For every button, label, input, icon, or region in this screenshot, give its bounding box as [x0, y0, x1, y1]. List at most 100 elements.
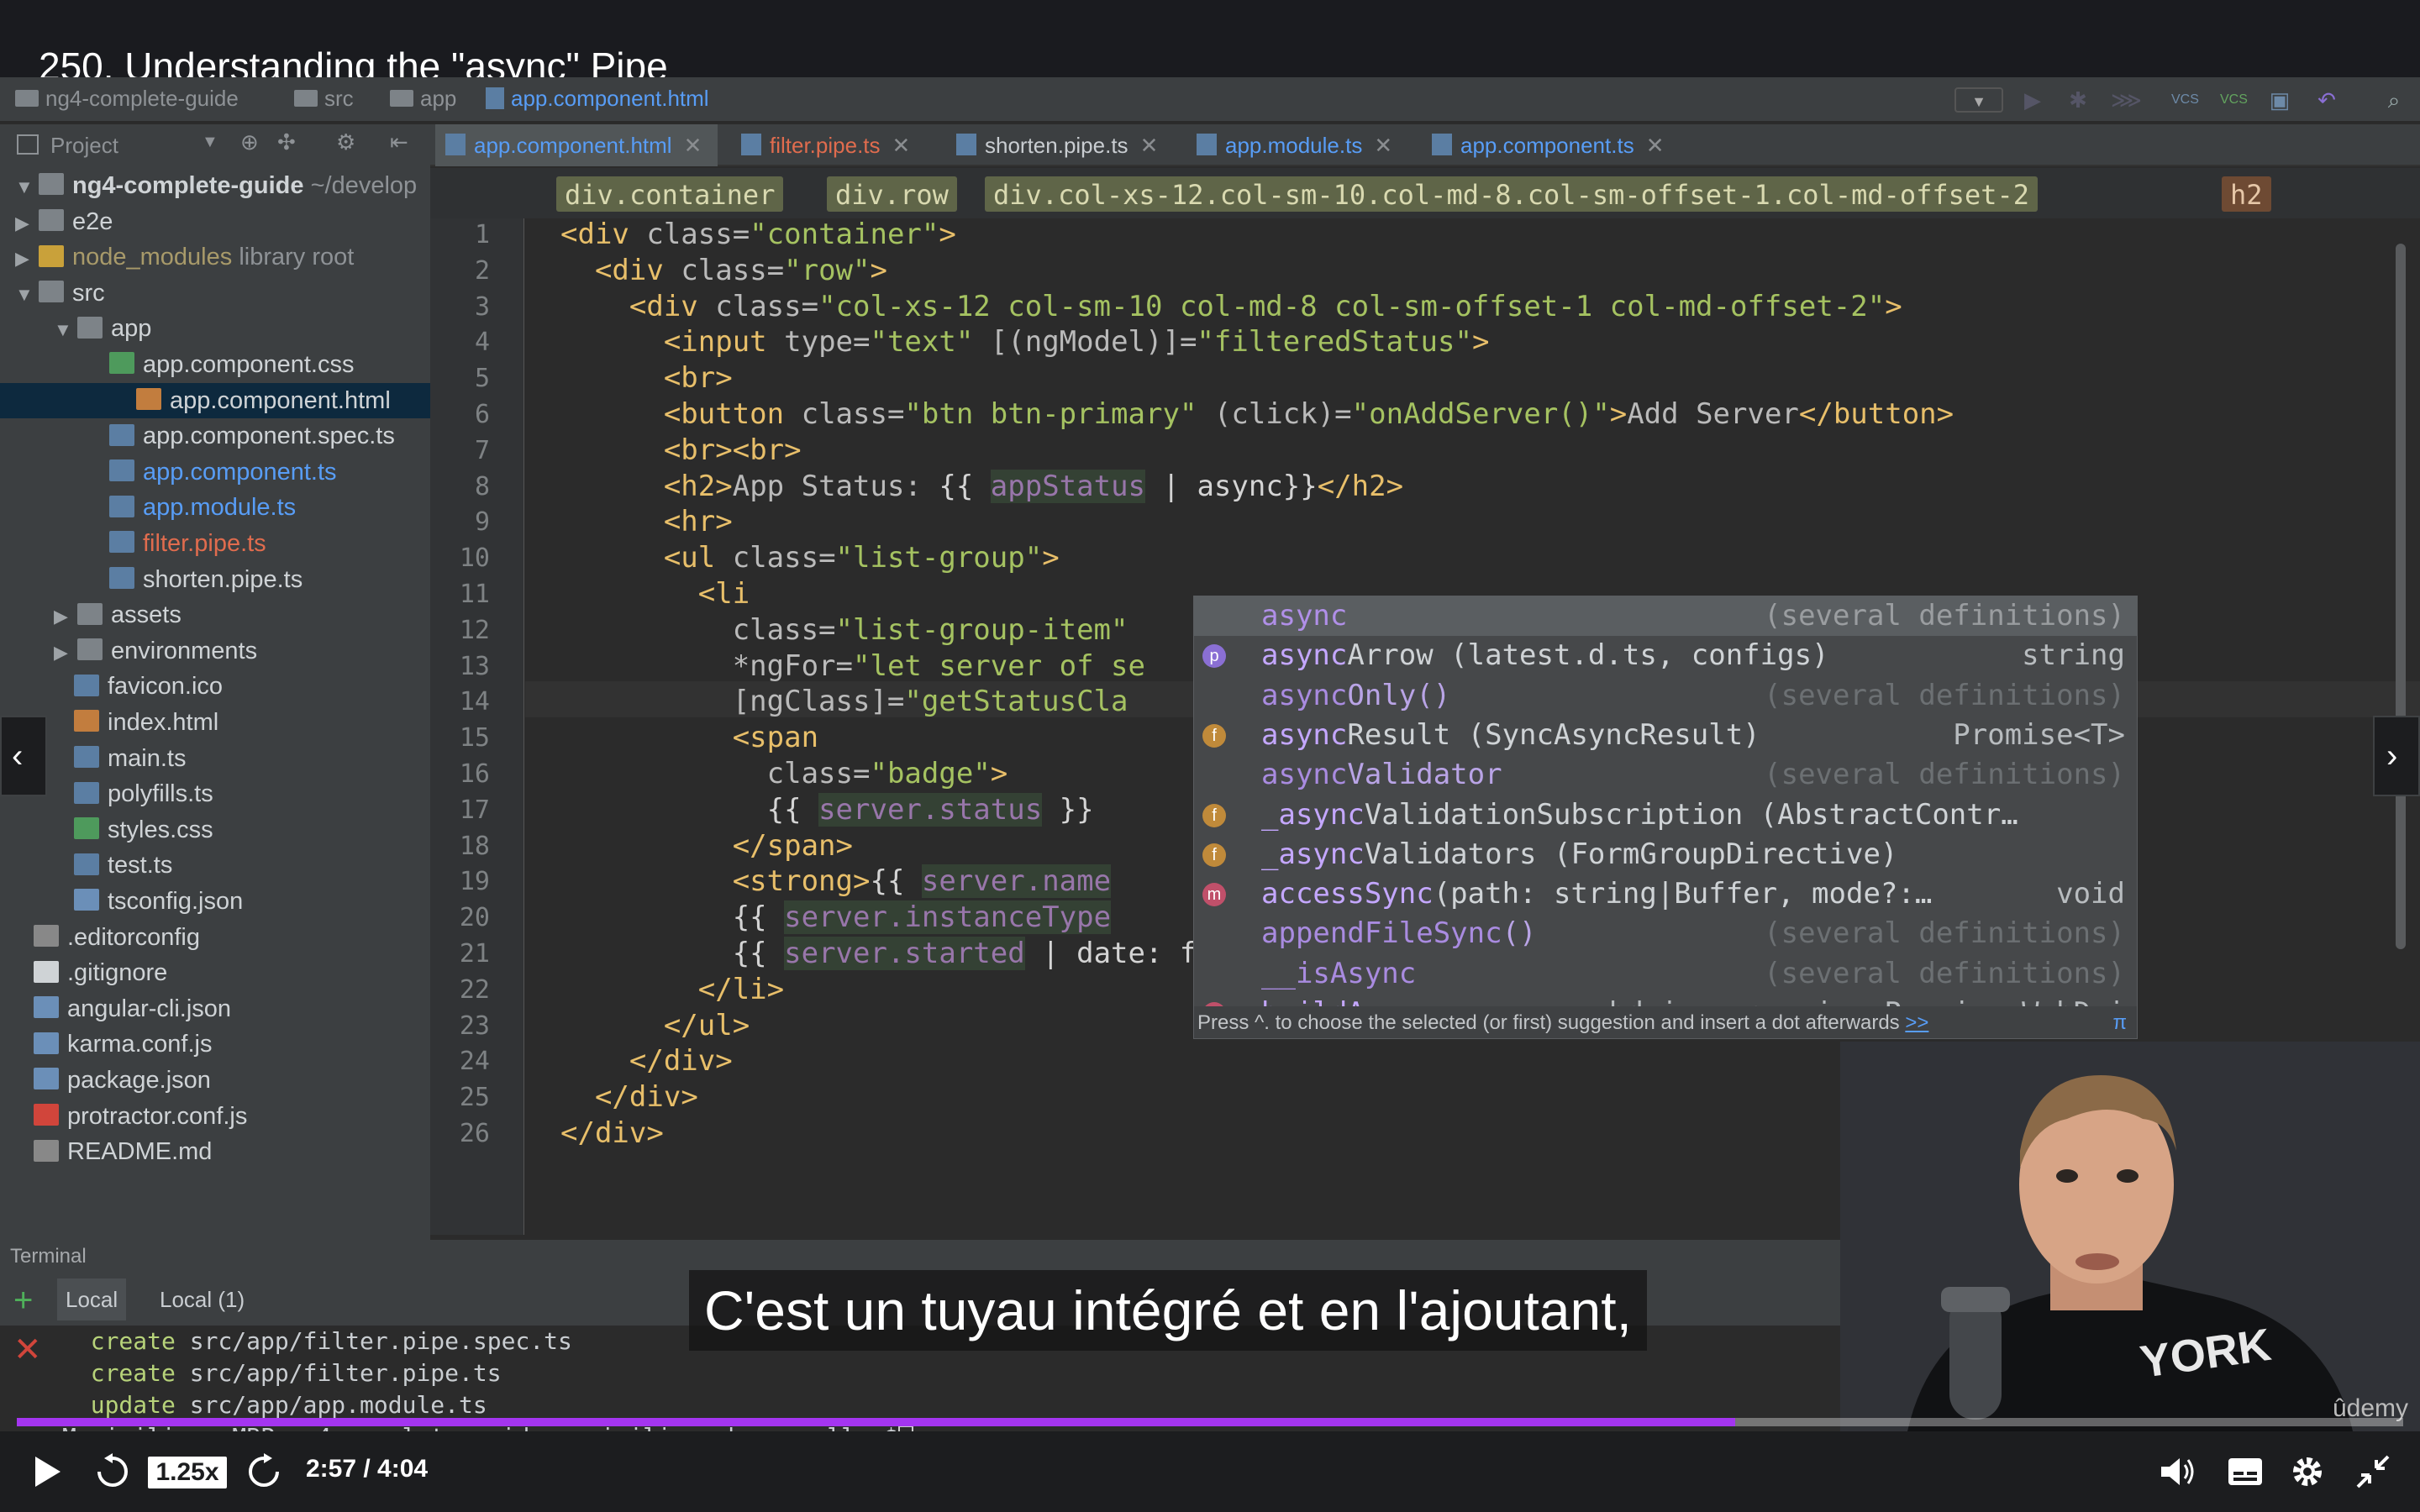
tab-filter-pipe[interactable]: filter.pipe.ts ✕	[741, 124, 951, 166]
settings-gear-icon[interactable]	[2289, 1453, 2326, 1490]
breadcrumb-h2[interactable]: h2	[2222, 176, 2271, 212]
autocomplete-item[interactable]: asyncOnly() (several definitions)	[1194, 676, 2137, 716]
code-line: <input type="text" [(ngModel)]="filtered…	[663, 325, 1490, 360]
autocomplete-item[interactable]: appendFileSync() (several definitions)	[1194, 914, 2137, 953]
autocomplete-name: asyncOnly()	[1261, 678, 1451, 712]
autocomplete-item[interactable]: __isAsync (several definitions)	[1194, 954, 2137, 994]
close-icon[interactable]: ✕	[1374, 133, 1392, 158]
tree-item[interactable]: ▼ app	[54, 311, 151, 346]
tree-item[interactable]: karma.conf.js	[34, 1026, 212, 1062]
tree-item[interactable]: package.json	[34, 1063, 211, 1098]
instructor-webcam: YORK ûdemy	[1840, 1042, 2420, 1431]
playback-rate-button[interactable]: 1.25x	[148, 1457, 227, 1488]
progress-fill	[17, 1418, 1735, 1426]
autocomplete-item[interactable]: p asyncArrow (latest.d.ts, configs) string	[1194, 636, 2137, 675]
autocomplete-item[interactable]: m accessSync(path: string|Buffer, mode?:……	[1194, 874, 2137, 914]
chevron-down-icon[interactable]: ▼	[15, 277, 39, 312]
video-player[interactable]: 250. Understanding the "async" Pipe ng4-…	[0, 0, 2420, 1512]
element-breadcrumb: div.container div.row div.col-xs-12.col-…	[430, 168, 2420, 218]
tree-item[interactable]: ▶ assets	[54, 597, 182, 633]
close-terminal-icon[interactable]: ✕	[13, 1331, 42, 1369]
time-display: 2:57 / 4:04	[306, 1455, 429, 1483]
autocomplete-item[interactable]: f _asyncValidationSubscription (AbstractC…	[1194, 795, 2137, 835]
tree-item[interactable]: app.component.css	[109, 347, 354, 382]
autocomplete-name: __isAsync	[1261, 956, 1417, 990]
tree-item[interactable]: favicon.ico	[74, 669, 223, 704]
play-icon[interactable]	[32, 1455, 62, 1488]
tree-item-label: test.ts	[108, 852, 173, 879]
rewind-icon[interactable]	[94, 1453, 131, 1490]
autocomplete-item[interactable]: f asyncResult (SyncAsyncResult) Promise<T>	[1194, 716, 2137, 755]
tree-item[interactable]: polyfills.ts	[74, 776, 213, 811]
chevron-right-icon[interactable]: ▶	[54, 635, 77, 670]
exit-fullscreen-icon[interactable]	[2356, 1455, 2390, 1488]
progress-bar[interactable]	[17, 1418, 2403, 1426]
forward-icon[interactable]	[245, 1453, 282, 1490]
tab-shorten-pipe[interactable]: shorten.pipe.ts ✕	[956, 124, 1183, 166]
next-lecture-button[interactable]: ›	[2373, 716, 2420, 796]
terminal-tab-local-1[interactable]: Local (1)	[151, 1278, 253, 1320]
close-icon[interactable]: ✕	[892, 133, 911, 158]
tree-item[interactable]: .editorconfig	[34, 920, 200, 955]
ts-file-icon	[741, 134, 761, 156]
breadcrumb-row[interactable]: div.row	[827, 176, 957, 212]
folder-icon	[77, 602, 103, 625]
tree-item[interactable]: filter.pipe.ts	[109, 526, 266, 561]
tab-app-component-ts[interactable]: app.component.ts ✕	[1432, 124, 1684, 166]
tree-item[interactable]: README.md	[34, 1134, 212, 1169]
close-icon[interactable]: ✕	[1646, 133, 1665, 158]
folder-icon	[39, 244, 64, 267]
hint-more-link[interactable]: >>	[1905, 1011, 1928, 1034]
tree-item[interactable]: app.component.ts	[109, 454, 337, 490]
tree-item[interactable]: index.html	[74, 705, 218, 740]
vcs-history-icon: ▣	[2269, 87, 2291, 113]
tree-item[interactable]: test.ts	[74, 848, 172, 883]
line-number: 14	[459, 687, 490, 717]
chevron-right-icon[interactable]: ▶	[15, 206, 39, 241]
chevron-right-icon[interactable]: ▶	[54, 599, 77, 634]
autocomplete-item[interactable]: f _asyncValidators (FormGroupDirective)	[1194, 835, 2137, 874]
previous-lecture-button[interactable]: ‹	[0, 716, 47, 796]
code-line: <button class="btn btn-primary" (click)=…	[663, 397, 1954, 431]
chevron-down-icon[interactable]: ▼	[15, 170, 39, 205]
tree-root[interactable]: ▼ ng4-complete-guide ~/develop	[15, 168, 417, 203]
volume-icon[interactable]	[2160, 1455, 2196, 1488]
autocomplete-popup[interactable]: async (several definitions) p asyncArrow (l…	[1193, 596, 2138, 1039]
chevron-down-icon[interactable]: ▼	[54, 312, 77, 348]
captions-icon[interactable]	[2227, 1457, 2264, 1487]
tree-item[interactable]: shorten.pipe.ts	[109, 562, 302, 597]
tree-item-label: protractor.conf.js	[67, 1102, 248, 1130]
close-icon[interactable]: ✕	[1140, 133, 1159, 158]
tab-app-module[interactable]: app.module.ts ✕	[1197, 124, 1415, 166]
tree-item[interactable]: .gitignore	[34, 955, 167, 990]
code-line: <div class="row">	[594, 253, 887, 287]
tree-item[interactable]: protractor.conf.js	[34, 1099, 247, 1134]
pi-icon: π	[2112, 1011, 2127, 1034]
tree-item[interactable]: ▶ environments	[54, 633, 257, 669]
file-icon	[74, 853, 99, 875]
tree-item[interactable]: app.component.spec.ts	[109, 418, 395, 454]
chevron-right-icon[interactable]: ▶	[15, 241, 39, 276]
close-icon[interactable]: ✕	[684, 133, 702, 158]
autocomplete-item[interactable]: asyncValidator (several definitions)	[1194, 755, 2137, 795]
tree-item[interactable]: app.component.html	[0, 382, 430, 418]
autocomplete-item[interactable]: async (several definitions)	[1194, 596, 2137, 636]
editor-scrollbar[interactable]	[2396, 244, 2406, 949]
tree-item[interactable]: main.ts	[74, 741, 186, 776]
tree-item[interactable]: ▶ e2e	[15, 204, 113, 239]
tree-item[interactable]: ▼ src	[15, 276, 105, 311]
tree-item-suffix: library root	[232, 244, 355, 271]
tab-app-component-html[interactable]: app.component.html ✕	[435, 124, 718, 166]
tree-item[interactable]: styles.css	[74, 812, 213, 848]
code-line: <div class="col-xs-12 col-sm-10 col-md-8…	[629, 289, 1902, 323]
add-terminal-icon[interactable]: +	[13, 1282, 33, 1320]
tree-item[interactable]: angular-cli.json	[34, 991, 231, 1026]
breadcrumb-container[interactable]: div.container	[556, 176, 784, 212]
terminal-tab-local[interactable]: Local	[57, 1278, 127, 1320]
folder-icon	[39, 208, 64, 231]
file-icon	[34, 960, 59, 983]
tree-item[interactable]: app.module.ts	[109, 490, 296, 525]
tree-item[interactable]: ▶ node_modules library root	[15, 239, 354, 275]
tree-item[interactable]: tsconfig.json	[74, 884, 243, 919]
breadcrumb-col[interactable]: div.col-xs-12.col-sm-10.col-md-8.col-sm-…	[985, 176, 2038, 212]
